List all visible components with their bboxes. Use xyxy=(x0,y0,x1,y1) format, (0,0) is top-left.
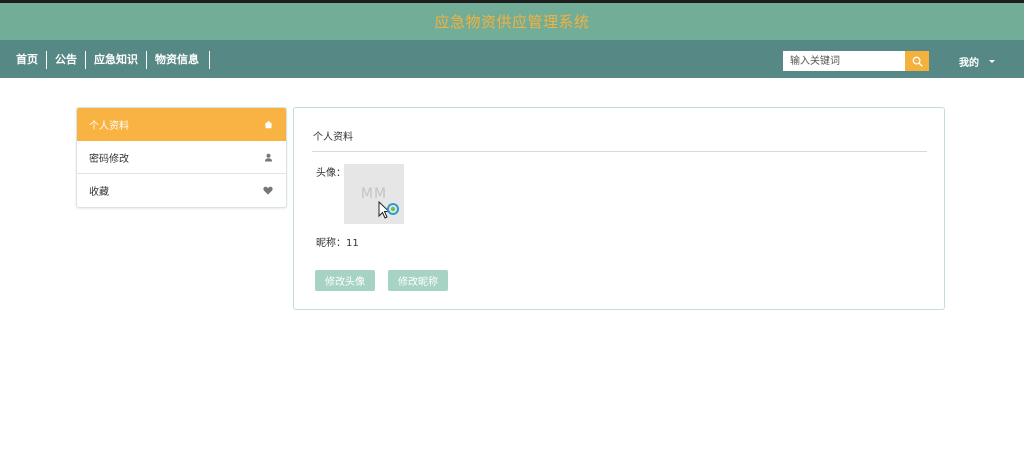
sidebar: 个人资料 密码修改 收藏 xyxy=(76,107,287,208)
change-avatar-button[interactable]: 修改头像 xyxy=(315,270,375,291)
mine-label: 我的 xyxy=(959,58,979,69)
mine-dropdown[interactable]: 我的 xyxy=(959,54,995,69)
sidebar-item-label: 收藏 xyxy=(89,187,109,198)
heart-icon xyxy=(263,186,273,196)
nav-link-home[interactable]: 首页 xyxy=(8,51,47,69)
sidebar-item-profile[interactable]: 个人资料 xyxy=(77,108,286,141)
busy-cursor-icon xyxy=(378,201,399,219)
nickname-label: 昵称： xyxy=(316,238,346,249)
nav-link-announcement[interactable]: 公告 xyxy=(47,51,86,69)
search-bar xyxy=(783,51,929,71)
search-input[interactable] xyxy=(783,51,905,71)
nav-links: 首页 公告 应急知识 物资信息 xyxy=(8,50,210,70)
sidebar-item-favorites[interactable]: 收藏 xyxy=(77,174,286,207)
sidebar-item-password[interactable]: 密码修改 xyxy=(77,141,286,174)
nickname-row: 昵称：11 xyxy=(316,234,359,249)
avatar-placeholder-text: MM xyxy=(360,186,388,202)
title-bar: 应急物资供应管理系统 xyxy=(0,3,1024,40)
nav-link-supplies-info[interactable]: 物资信息 xyxy=(147,51,210,69)
change-nickname-button[interactable]: 修改昵称 xyxy=(388,270,448,291)
divider xyxy=(312,151,927,152)
panel-title: 个人资料 xyxy=(313,132,353,143)
sidebar-item-label: 个人资料 xyxy=(89,121,129,132)
avatar-label: 头像： xyxy=(316,168,346,179)
search-button[interactable] xyxy=(905,51,929,71)
site-title: 应急物资供应管理系统 xyxy=(434,13,590,31)
home-icon xyxy=(263,120,273,130)
search-icon xyxy=(912,56,923,67)
chevron-down-icon xyxy=(989,60,995,63)
profile-panel: 个人资料 头像： MM 昵称：11 修改头像 修改昵称 xyxy=(293,107,945,310)
nickname-value: 11 xyxy=(346,238,359,249)
user-icon xyxy=(263,152,273,162)
sidebar-item-label: 密码修改 xyxy=(89,153,129,165)
nav-link-emergency-knowledge[interactable]: 应急知识 xyxy=(86,51,147,69)
